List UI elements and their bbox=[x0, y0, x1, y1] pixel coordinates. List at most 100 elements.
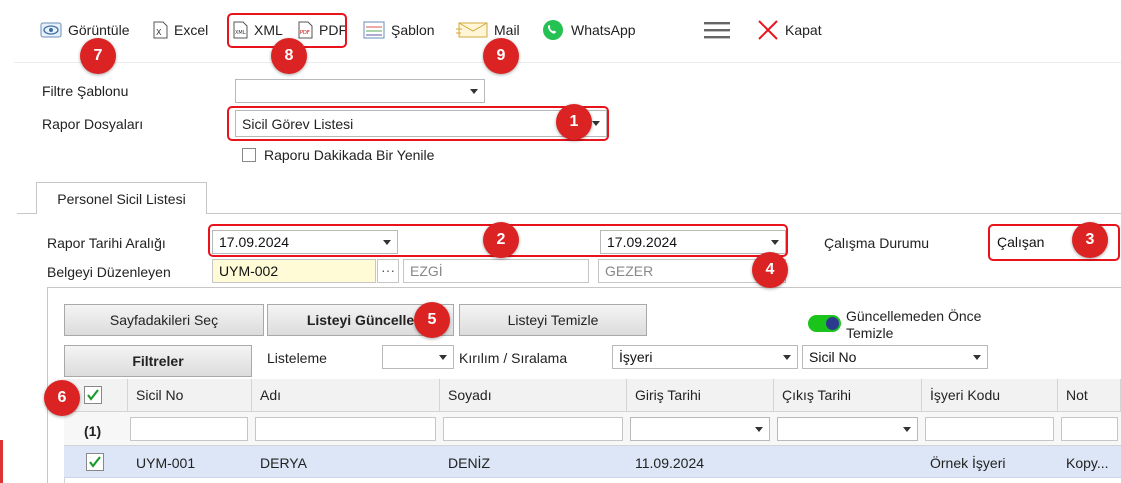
mail-label: Mail bbox=[494, 22, 520, 38]
mail-icon bbox=[456, 21, 488, 39]
chevron-down-icon bbox=[592, 121, 600, 126]
column-header-isyeri-kodu[interactable]: İşyeri Kodu bbox=[922, 379, 1058, 412]
column-header-not[interactable]: Not bbox=[1058, 379, 1121, 412]
report-files-select[interactable]: Sicil Görev Listesi bbox=[235, 110, 607, 137]
badge-6: 6 bbox=[44, 380, 80, 416]
column-header-soyadi[interactable]: Soyadı bbox=[440, 379, 627, 412]
badge-9: 9 bbox=[483, 38, 519, 74]
excel-button[interactable]: X Excel bbox=[152, 18, 208, 42]
refresh-label: Raporu Dakikada Bir Yenile bbox=[264, 147, 435, 163]
column-header-adi[interactable]: Adı bbox=[252, 379, 440, 412]
select-all-checkbox[interactable] bbox=[84, 386, 102, 404]
excel-label: Excel bbox=[174, 22, 209, 38]
eye-icon bbox=[40, 21, 62, 39]
refresh-checkbox-row[interactable]: Raporu Dakikada Bir Yenile bbox=[242, 147, 434, 163]
xml-button[interactable]: XML XML bbox=[232, 18, 283, 42]
issuer-lookup-button[interactable]: ··· bbox=[377, 259, 399, 283]
badge-5: 5 bbox=[414, 302, 450, 338]
tab-personel-sicil-listesi[interactable]: Personel Sicil Listesi bbox=[36, 182, 207, 214]
badge-3: 3 bbox=[1072, 222, 1108, 258]
pdf-icon: PDF bbox=[297, 21, 313, 39]
svg-text:PDF: PDF bbox=[300, 30, 310, 36]
svg-text:X: X bbox=[156, 28, 162, 37]
grouping-label: Kırılım / Sıralama bbox=[459, 350, 568, 366]
column-header-sicil-no[interactable]: Sicil No bbox=[128, 379, 252, 412]
report-files-value: Sicil Görev Listesi bbox=[242, 115, 354, 132]
badge-4: 4 bbox=[752, 252, 788, 288]
filters-button[interactable]: Filtreler bbox=[64, 345, 252, 377]
group-count: (1) bbox=[84, 423, 102, 439]
cell-sicil-no: UYM-001 bbox=[136, 455, 196, 471]
clear-before-update-toggle[interactable] bbox=[808, 315, 841, 332]
row-checkbox[interactable] bbox=[86, 453, 104, 471]
date-start-value: 17.09.2024 bbox=[219, 234, 290, 250]
view-button[interactable]: Görüntüle bbox=[40, 18, 129, 42]
xml-icon: XML bbox=[232, 21, 248, 39]
hamburger-icon bbox=[703, 20, 731, 40]
chevron-down-icon bbox=[783, 355, 791, 360]
badge-1: 1 bbox=[556, 104, 592, 140]
tab-label: Personel Sicil Listesi bbox=[57, 190, 186, 207]
clear-list-label: Listeyi Temizle bbox=[507, 312, 599, 328]
refresh-checkbox[interactable] bbox=[242, 148, 256, 162]
left-edge-marker bbox=[0, 440, 3, 483]
cell-not: Kopy... bbox=[1066, 455, 1109, 471]
column-header-giris-tarihi[interactable]: Giriş Tarihi bbox=[627, 379, 774, 412]
filter-cikis-tarihi[interactable] bbox=[777, 417, 918, 441]
filter-adi[interactable] bbox=[255, 417, 436, 441]
badge-8: 8 bbox=[271, 38, 307, 74]
template-button[interactable]: Şablon bbox=[363, 18, 435, 42]
close-label: Kapat bbox=[785, 22, 822, 38]
filter-template-select[interactable] bbox=[235, 79, 485, 103]
grouping-value: İşyeri bbox=[619, 349, 653, 365]
chevron-down-icon bbox=[771, 240, 779, 245]
status-value: Çalışan bbox=[997, 234, 1045, 250]
chevron-down-icon bbox=[383, 240, 391, 245]
filter-isyeri-kodu[interactable] bbox=[925, 417, 1054, 441]
status-label: Çalışma Durumu bbox=[824, 235, 930, 251]
grouping-select[interactable]: İşyeri bbox=[612, 345, 798, 369]
date-start-picker[interactable]: 17.09.2024 bbox=[212, 230, 398, 254]
select-page-label: Sayfadakileri Seç bbox=[109, 312, 219, 328]
whatsapp-button[interactable]: WhatsApp bbox=[541, 18, 636, 42]
issuer-label: Belgeyi Düzenleyen bbox=[47, 264, 171, 280]
sort-value: Sicil No bbox=[809, 349, 857, 365]
chevron-down-icon bbox=[755, 427, 763, 432]
date-end-value: 17.09.2024 bbox=[607, 234, 678, 250]
clear-list-button[interactable]: Listeyi Temizle bbox=[459, 304, 647, 336]
pdf-button[interactable]: PDF PDF bbox=[297, 18, 347, 42]
listing-select[interactable] bbox=[382, 345, 454, 369]
clear-before-update-label: Güncellemeden Önce Temizle bbox=[846, 308, 982, 341]
filter-not[interactable] bbox=[1061, 417, 1118, 441]
select-page-button[interactable]: Sayfadakileri Seç bbox=[64, 304, 264, 336]
filter-soyadi[interactable] bbox=[443, 417, 623, 441]
filters-label: Filtreler bbox=[132, 353, 184, 369]
toolbar: Görüntüle X Excel XML XML PDF PDF Şablon… bbox=[0, 0, 1121, 62]
whatsapp-icon bbox=[541, 18, 565, 42]
listing-label: Listeleme bbox=[267, 350, 327, 366]
row-checkbox-box[interactable] bbox=[86, 453, 104, 471]
excel-icon: X bbox=[152, 21, 168, 39]
issuer-code-field[interactable]: UYM-002 bbox=[212, 259, 376, 283]
cell-giris-tarihi: 11.09.2024 bbox=[635, 455, 705, 471]
report-files-label: Rapor Dosyaları bbox=[42, 116, 144, 132]
date-end-picker[interactable]: 17.09.2024 bbox=[600, 230, 786, 254]
chevron-down-icon bbox=[439, 355, 447, 360]
close-icon bbox=[757, 19, 779, 41]
close-button[interactable]: Kapat bbox=[757, 18, 822, 42]
chevron-down-icon bbox=[973, 355, 981, 360]
toolbar-divider bbox=[14, 62, 1121, 63]
cell-adi: DERYA bbox=[260, 455, 307, 471]
filter-giris-tarihi[interactable] bbox=[630, 417, 770, 441]
filter-sicil-no[interactable] bbox=[130, 417, 248, 441]
svg-text:XML: XML bbox=[235, 30, 246, 36]
sort-select[interactable]: Sicil No bbox=[802, 345, 988, 369]
menu-button[interactable] bbox=[703, 18, 731, 42]
mail-button[interactable]: Mail bbox=[456, 18, 520, 42]
column-header-cikis-tarihi[interactable]: Çıkış Tarihi bbox=[774, 379, 922, 412]
issuer-name-field: EZGİ bbox=[403, 259, 589, 283]
chevron-down-icon bbox=[903, 427, 911, 432]
xml-label: XML bbox=[254, 22, 283, 38]
badge-2: 2 bbox=[483, 222, 519, 258]
update-list-label: Listeyi Güncelle bbox=[306, 312, 415, 328]
